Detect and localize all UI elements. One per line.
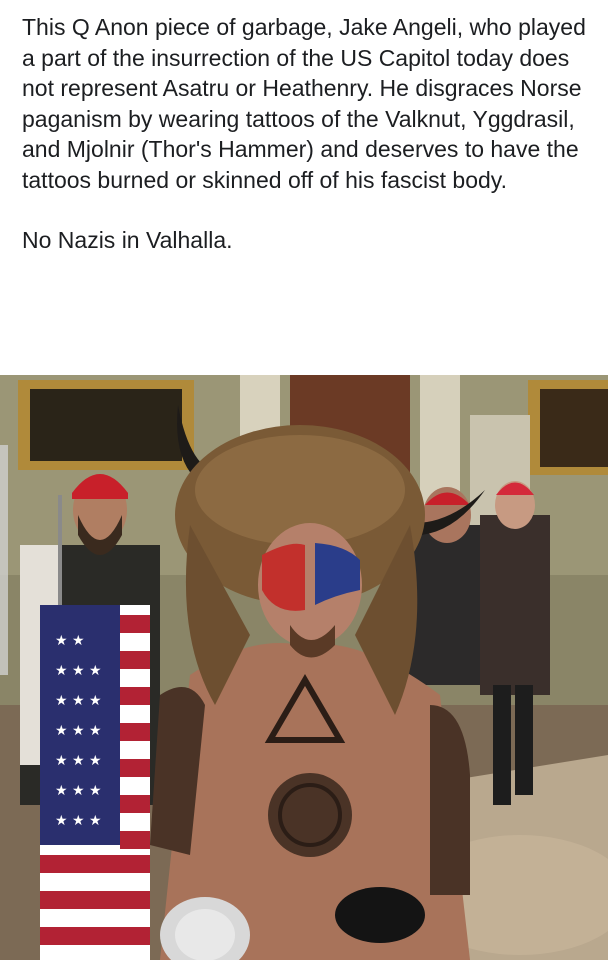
svg-text:★ ★ ★: ★ ★ ★: [55, 693, 102, 709]
person-right-2: [480, 515, 550, 695]
gloved-hand: [335, 887, 425, 943]
svg-text:★ ★ ★: ★ ★ ★: [55, 723, 102, 739]
us-flag: ★ ★ ★ ★ ★ ★ ★ ★ ★ ★ ★ ★ ★ ★ ★ ★ ★ ★ ★ ★: [40, 605, 150, 960]
svg-text:★ ★ ★: ★ ★ ★: [55, 663, 102, 679]
capitol-scene-illustration: ★ ★ ★ ★ ★ ★ ★ ★ ★ ★ ★ ★ ★ ★ ★ ★ ★ ★ ★ ★: [0, 375, 608, 960]
post-paragraph-1: This Q Anon piece of garbage, Jake Angel…: [22, 14, 586, 193]
post-paragraph-2: No Nazis in Valhalla.: [22, 227, 233, 253]
post-text: This Q Anon piece of garbage, Jake Angel…: [22, 12, 592, 256]
facebook-post: This Q Anon piece of garbage, Jake Angel…: [0, 0, 608, 960]
svg-text:★ ★ ★: ★ ★ ★: [55, 783, 102, 799]
svg-text:★ ★ ★: ★ ★ ★: [55, 753, 102, 769]
svg-text:★ ★ ★: ★ ★ ★: [55, 813, 102, 829]
post-photo[interactable]: ★ ★ ★ ★ ★ ★ ★ ★ ★ ★ ★ ★ ★ ★ ★ ★ ★ ★ ★ ★: [0, 375, 608, 960]
svg-text:★ ★: ★ ★: [55, 633, 85, 649]
